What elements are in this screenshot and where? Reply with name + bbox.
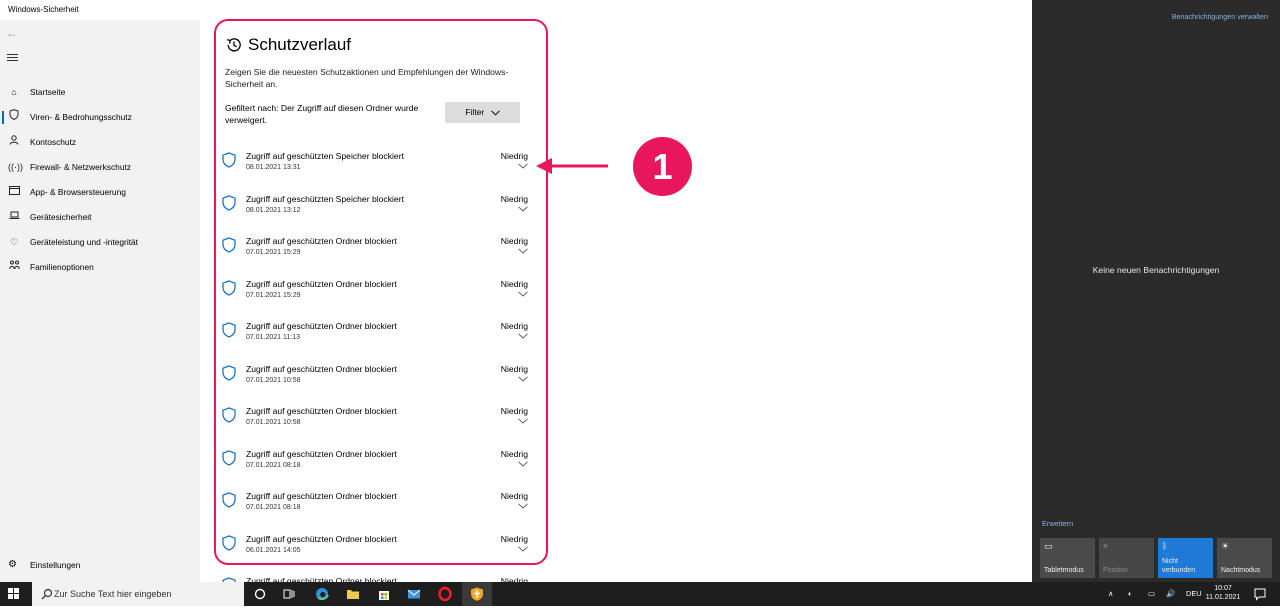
location-icon: ⌖ bbox=[1103, 541, 1109, 551]
tile-label: Position bbox=[1103, 567, 1128, 574]
tablet-icon: ▭ bbox=[1044, 541, 1053, 551]
taskbar: Zur Suche Text hier eingeben ∧ ◐ ▭ 🔊 DEU… bbox=[0, 582, 1280, 606]
sidebar-item-virus-protection[interactable]: Viren- & Bedrohungsschutz bbox=[0, 105, 200, 130]
sidebar-item-account[interactable]: Kontoschutz bbox=[0, 130, 200, 155]
nav-list: ⌂ Startseite Viren- & Bedrohungsschutz K… bbox=[0, 80, 200, 280]
sidebar-item-label: Startseite bbox=[30, 87, 66, 97]
annotation-badge: 1 bbox=[633, 137, 692, 196]
task-view-icon[interactable] bbox=[281, 586, 297, 602]
sidebar-item-firewall[interactable]: ((·)) Firewall- & Netzwerkschutz bbox=[0, 155, 200, 180]
defender-shield-icon bbox=[471, 587, 483, 601]
notification-center-icon[interactable] bbox=[1252, 586, 1268, 602]
sidebar-item-device-performance[interactable]: ♡ Geräteleistung und -integrität bbox=[0, 230, 200, 255]
sidebar-item-label: Geräteleistung und -integrität bbox=[30, 237, 139, 247]
tile-position[interactable]: ⌖ Position bbox=[1099, 538, 1154, 578]
window-title: Windows-Sicherheit bbox=[8, 5, 79, 14]
no-notifications-text: Keine neuen Benachrichtigungen bbox=[1092, 265, 1220, 275]
tile-label: Nicht verbunden bbox=[1162, 558, 1196, 574]
gear-icon: ⚙ bbox=[8, 559, 17, 570]
sidebar-item-startseite[interactable]: ⌂ Startseite bbox=[0, 80, 200, 105]
window-icon bbox=[8, 180, 20, 205]
mail-icon[interactable] bbox=[406, 586, 422, 602]
sidebar-item-label: Firewall- & Netzwerkschutz bbox=[30, 162, 131, 172]
tile-bluetooth[interactable]: ᛒ Nicht verbunden bbox=[1158, 538, 1213, 578]
sidebar-item-label: App- & Browsersteuerung bbox=[30, 187, 126, 197]
clock-time: 10:07 bbox=[1214, 585, 1232, 592]
action-center: Benachrichtigungen verwalten Keine neuen… bbox=[1032, 0, 1280, 582]
settings-label: Einstellungen bbox=[30, 560, 81, 570]
wifi-icon: ((·)) bbox=[8, 162, 23, 172]
sidebar: ← ⌂ Startseite Viren- & Bedrohungsschutz… bbox=[0, 20, 200, 582]
bluetooth-icon: ᛒ bbox=[1162, 541, 1168, 551]
brightness-icon: ☀ bbox=[1221, 541, 1230, 551]
search-icon bbox=[41, 588, 53, 600]
network-icon[interactable]: ▭ bbox=[1148, 582, 1155, 606]
expand-link[interactable]: Erweitern bbox=[1042, 519, 1073, 528]
sidebar-item-device-security[interactable]: Gerätesicherheit bbox=[0, 205, 200, 230]
windows-start-icon[interactable] bbox=[8, 588, 20, 600]
volume-icon[interactable]: 🔊 bbox=[1166, 582, 1175, 606]
sidebar-item-label: Viren- & Bedrohungsschutz bbox=[30, 112, 132, 122]
edge-icon[interactable] bbox=[314, 586, 330, 602]
laptop-icon bbox=[8, 205, 20, 230]
sidebar-item-label: Gerätesicherheit bbox=[30, 212, 92, 222]
manage-notifications-link[interactable]: Benachrichtigungen verwalten bbox=[1172, 12, 1268, 21]
tray-chevron-up-icon[interactable]: ∧ bbox=[1108, 582, 1113, 606]
shield-icon bbox=[8, 105, 20, 130]
sidebar-item-app-browser[interactable]: App- & Browsersteuerung bbox=[0, 180, 200, 205]
search-placeholder: Zur Suche Text hier eingeben bbox=[54, 589, 172, 599]
sidebar-item-label: Kontoschutz bbox=[30, 137, 77, 147]
cortana-icon[interactable] bbox=[252, 586, 268, 602]
clock-date: 11.01.2021 bbox=[1205, 594, 1241, 601]
taskbar-search-box[interactable]: Zur Suche Text hier eingeben bbox=[32, 582, 244, 606]
quick-actions: ▭ Tabletmodus ⌖ Position ᛒ Nicht verbund… bbox=[1040, 538, 1272, 578]
hamburger-menu-icon[interactable] bbox=[7, 54, 18, 63]
home-icon: ⌂ bbox=[11, 87, 17, 97]
opera-icon[interactable] bbox=[437, 586, 453, 602]
family-icon bbox=[8, 255, 20, 280]
sidebar-item-settings[interactable]: ⚙ Einstellungen bbox=[0, 555, 200, 575]
file-explorer-icon[interactable] bbox=[345, 586, 361, 602]
tile-label: Tabletmodus bbox=[1044, 567, 1084, 574]
tile-night-mode[interactable]: ☀ Nachtmodus bbox=[1217, 538, 1272, 578]
store-icon[interactable] bbox=[376, 586, 392, 602]
sidebar-item-label: Familienoptionen bbox=[30, 262, 94, 272]
person-icon bbox=[8, 130, 20, 155]
tile-tablet-mode[interactable]: ▭ Tabletmodus bbox=[1040, 538, 1095, 578]
back-arrow-icon[interactable]: ← bbox=[6, 26, 18, 40]
tile-label: Nachtmodus bbox=[1221, 567, 1261, 574]
tray-app-icon[interactable]: ◐ bbox=[1128, 582, 1132, 606]
sidebar-item-family[interactable]: Familienoptionen bbox=[0, 255, 200, 280]
heart-icon: ♡ bbox=[9, 237, 19, 247]
highlight-frame bbox=[214, 19, 548, 565]
clock[interactable]: 10:07 11.01.2021 bbox=[1200, 584, 1246, 602]
security-taskbar-button[interactable] bbox=[462, 582, 492, 606]
annotation-arrow-icon bbox=[536, 158, 608, 174]
